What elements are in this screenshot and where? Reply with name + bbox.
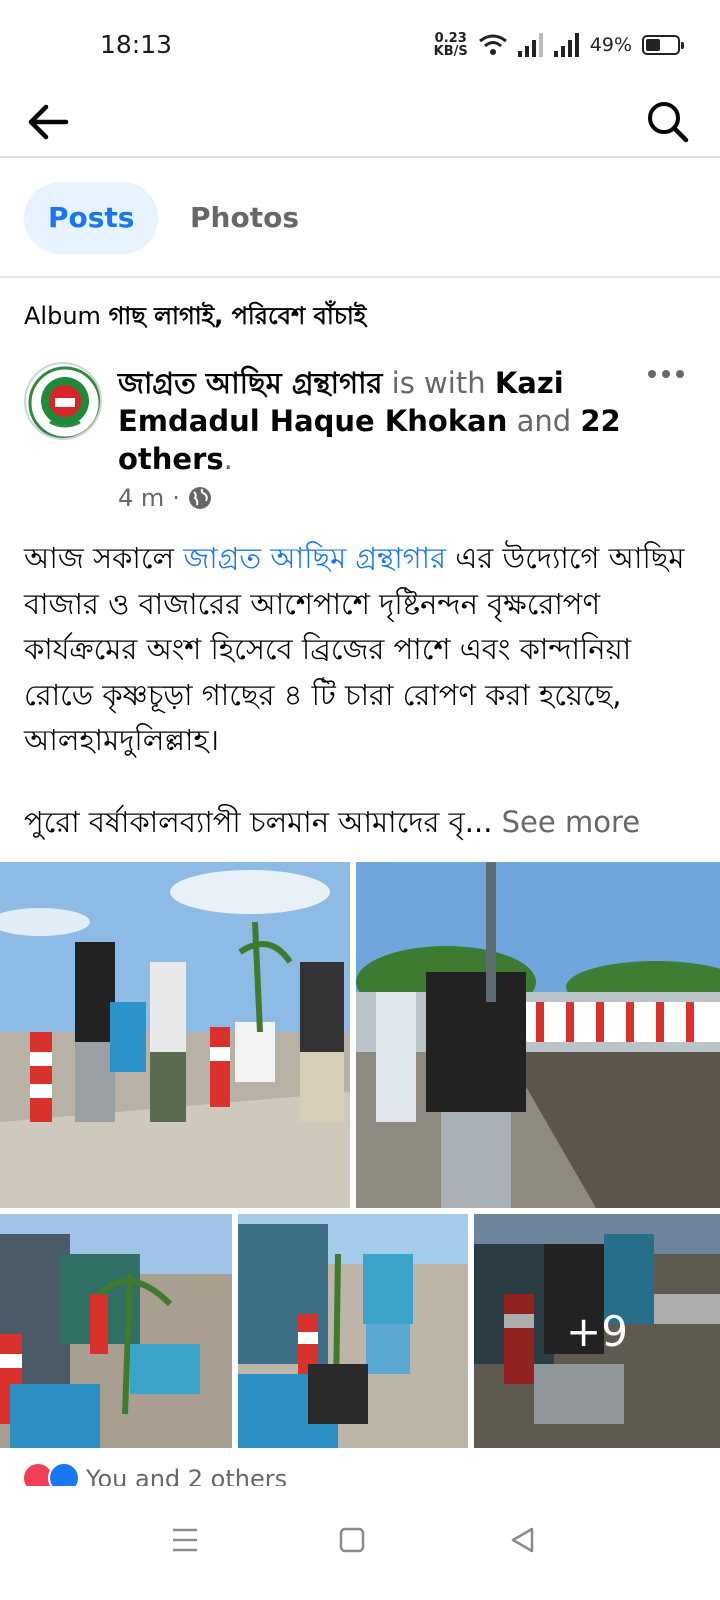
status-bar: 18:13 0.23 KB/S 49% [0, 0, 720, 88]
and-text: and [507, 404, 581, 438]
more-dot [648, 370, 656, 378]
post-photo-1[interactable] [0, 862, 350, 1208]
photo-image [0, 1214, 232, 1448]
wifi-icon [478, 34, 507, 55]
header-period: . [223, 442, 233, 476]
recent-apps-button[interactable] [155, 1510, 215, 1570]
reactions-text: You and 2 others [86, 1465, 288, 1486]
post-text: আজ সকালে জাগ্রত আছিম গ্রন্থাগার এর উদ্যো… [24, 536, 704, 764]
back-button[interactable] [22, 96, 74, 148]
more-dot [662, 370, 670, 378]
like-reaction-icon [48, 1462, 80, 1486]
post-text-prefix: আজ সকালে [24, 541, 184, 575]
more-dot [676, 370, 684, 378]
app-bar [0, 88, 720, 158]
system-back-button[interactable] [492, 1510, 552, 1570]
page-avatar[interactable] [24, 362, 102, 440]
battery-percent: 49% [589, 34, 632, 56]
post-text-page-link[interactable]: জাগ্রত আছিম গ্রন্থাগার [183, 541, 446, 575]
menu-icon [173, 1528, 197, 1552]
post-photo-5[interactable]: +9 [474, 1214, 720, 1448]
meta-separator: · [172, 484, 180, 512]
search-button[interactable] [642, 96, 694, 148]
arrow-left-icon [28, 104, 69, 140]
see-more-link[interactable]: See more [502, 805, 640, 839]
album-prefix: Album [24, 302, 101, 330]
post-options-button[interactable] [646, 362, 686, 386]
photo-image [0, 862, 350, 1208]
status-time: 18:13 [100, 30, 173, 59]
reaction-icons [22, 1462, 80, 1486]
triangle-back-icon [511, 1527, 534, 1553]
post-photo-2[interactable] [356, 862, 720, 1208]
post-header: জাগ্রত আছিম গ্রন্থাগার is with Kazi Emda… [118, 364, 638, 478]
album-title: Album গাছ লাগাই, পরিবেশ বাঁচাই [24, 298, 366, 338]
square-icon [339, 1527, 365, 1553]
tab-posts[interactable]: Posts [24, 182, 159, 254]
post-photo-4[interactable] [238, 1214, 468, 1448]
post-text-continuation: পুরো বর্ষাকালব্যাপী চলমান আমাদের বৃ... [24, 805, 493, 839]
post-meta: 4 m · [118, 484, 212, 512]
with-text: is with [382, 366, 495, 400]
system-nav-bar [0, 1486, 720, 1600]
library-logo-icon [28, 366, 100, 438]
post-photo-3[interactable] [0, 1214, 232, 1448]
reactions-summary[interactable]: You and 2 others [22, 1462, 287, 1486]
signal-icon [517, 33, 543, 57]
globe-icon [188, 487, 211, 509]
status-icons: 0.23 KB/S 49% [434, 28, 684, 62]
signal-icon-2 [553, 33, 579, 57]
network-speed: 0.23 KB/S [434, 32, 468, 58]
search-icon [648, 102, 689, 143]
photo-image [356, 862, 720, 1208]
photo-image [238, 1214, 468, 1448]
home-button[interactable] [322, 1510, 382, 1570]
battery-icon [642, 35, 684, 55]
more-photos-overlay[interactable]: +9 [474, 1214, 720, 1448]
post-time[interactable]: 4 m [118, 484, 164, 512]
net-speed-unit: KB/S [433, 44, 468, 59]
album-name[interactable]: গাছ লাগাই, পরিবেশ বাঁচাই [109, 302, 367, 330]
post-text-line2: পুরো বর্ষাকালব্যাপী চলমান আমাদের বৃ... S… [24, 800, 714, 845]
tab-photos[interactable]: Photos [166, 182, 323, 254]
post-author[interactable]: জাগ্রত আছিম গ্রন্থাগার [118, 366, 382, 400]
tab-bar: Posts Photos [0, 160, 720, 278]
